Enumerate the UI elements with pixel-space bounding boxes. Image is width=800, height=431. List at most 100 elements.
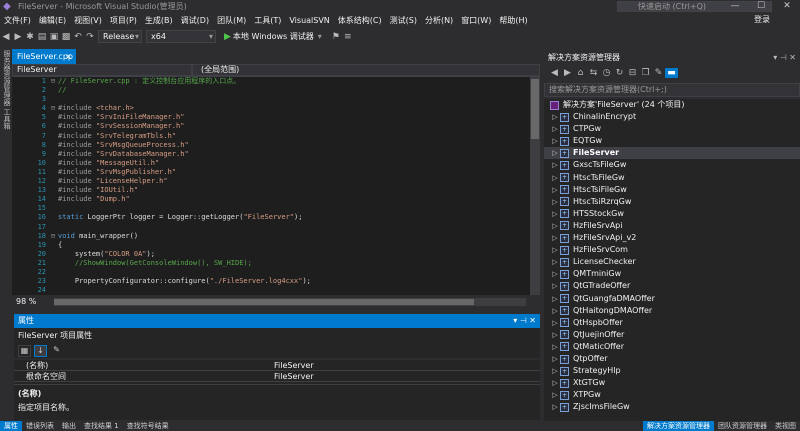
expand-arrow-icon[interactable]: ▷ bbox=[550, 389, 560, 401]
property-row[interactable]: (名称) FileServer bbox=[14, 360, 540, 371]
code-line[interactable]: 6 #include "SrvSessionManager.h" bbox=[12, 122, 540, 131]
back-icon[interactable]: ◀ bbox=[0, 32, 12, 42]
menu-item[interactable]: 文件(F) bbox=[0, 15, 35, 26]
project-node[interactable]: ▷ + XtGTGw bbox=[544, 377, 800, 389]
expand-arrow-icon[interactable]: ▷ bbox=[550, 135, 560, 147]
expand-arrow-icon[interactable]: ▷ bbox=[550, 268, 560, 280]
menu-item[interactable]: 窗口(W) bbox=[457, 15, 495, 26]
member-combo[interactable]: (全局范围) bbox=[192, 64, 540, 76]
project-node[interactable]: ▷ + QtpOffer bbox=[544, 353, 800, 365]
project-node[interactable]: ▷ + QtJuejinOffer bbox=[544, 329, 800, 341]
menu-item[interactable]: 生成(B) bbox=[141, 15, 177, 26]
config-select[interactable]: Release bbox=[98, 30, 142, 43]
code-line[interactable]: 4 ⊟ #include <tchar.h> bbox=[12, 104, 540, 113]
project-node[interactable]: ▷ + HtscTsiRzrqGw bbox=[544, 196, 800, 208]
code-text[interactable]: PropertyConfigurator::configure("./FileS… bbox=[58, 277, 311, 286]
expand-arrow-icon[interactable]: ▷ bbox=[550, 329, 560, 341]
panel-controls-icon[interactable]: ▾ ⊣ ✕ bbox=[773, 52, 796, 64]
project-node[interactable]: ▷ + QtHspbOffer bbox=[544, 317, 800, 329]
home-icon[interactable]: ⌂ bbox=[574, 68, 587, 78]
pending-icon[interactable]: ◷ bbox=[600, 68, 613, 78]
save-all-icon[interactable]: ▩ bbox=[60, 32, 72, 42]
properties-object[interactable]: FileServer 项目属性 bbox=[14, 328, 540, 343]
code-line[interactable]: 5 #include "SrvIniFileManager.h" bbox=[12, 113, 540, 122]
comment-icon[interactable]: ≡ bbox=[342, 32, 354, 42]
code-line[interactable]: 17 bbox=[12, 223, 540, 232]
bottom-tab[interactable]: 输出 bbox=[58, 421, 80, 431]
bottom-tab[interactable]: 查找结果 1 bbox=[80, 421, 123, 431]
code-text[interactable]: #include "LicenseHelper.h" bbox=[58, 177, 168, 186]
expand-arrow-icon[interactable]: ▷ bbox=[550, 147, 560, 159]
code-line[interactable]: 23 PropertyConfigurator::configure("./Fi… bbox=[12, 277, 540, 286]
expand-arrow-icon[interactable]: ▷ bbox=[550, 280, 560, 292]
expand-arrow-icon[interactable]: ▷ bbox=[550, 353, 560, 365]
code-line[interactable]: 2 // bbox=[12, 86, 540, 95]
code-line[interactable]: 11 #include "SrvMsgPublisher.h" bbox=[12, 168, 540, 177]
project-node[interactable]: ▷ + QtGTradeOffer bbox=[544, 280, 800, 292]
project-node[interactable]: ▷ + HzFileSrvApi bbox=[544, 220, 800, 232]
project-node[interactable]: ▷ + HtscTsiFileGw bbox=[544, 184, 800, 196]
wrench-icon[interactable]: ✎ bbox=[50, 345, 63, 357]
sync-icon[interactable]: ⇆ bbox=[587, 68, 600, 78]
properties-icon[interactable]: ✎ bbox=[652, 68, 665, 78]
scroll-thumb[interactable] bbox=[531, 79, 539, 139]
expand-arrow-icon[interactable]: ▷ bbox=[550, 184, 560, 196]
bottom-tab[interactable]: 属性 bbox=[0, 421, 22, 431]
minimize-icon[interactable]: — bbox=[722, 0, 748, 13]
panel-controls-icon[interactable]: ▾ ⊣ ✕ bbox=[513, 314, 536, 328]
code-text[interactable]: #include "SrvDatabaseManager.h" bbox=[58, 150, 189, 159]
code-text[interactable]: void main_wrapper() bbox=[58, 232, 138, 241]
property-value[interactable]: FileServer bbox=[270, 371, 540, 381]
menu-item[interactable]: 体系结构(C) bbox=[334, 15, 386, 26]
code-line[interactable]: 22 bbox=[12, 268, 540, 277]
menu-item[interactable]: 团队(M) bbox=[213, 15, 250, 26]
project-node[interactable]: ▷ + LicenseChecker bbox=[544, 256, 800, 268]
menu-item[interactable]: 分析(N) bbox=[421, 15, 457, 26]
menu-item[interactable]: VisualSVN bbox=[285, 16, 333, 25]
undo-icon[interactable]: ↶ bbox=[72, 32, 84, 42]
solution-search-input[interactable]: 搜索解决方案资源管理器(Ctrl+;) bbox=[544, 83, 800, 97]
expand-arrow-icon[interactable]: ▷ bbox=[550, 244, 560, 256]
code-line[interactable]: 9 #include "SrvDatabaseManager.h" bbox=[12, 150, 540, 159]
side-tool-tabs[interactable]: 服务器资源管理器 工具箱 bbox=[0, 47, 12, 431]
editor-vertical-scrollbar[interactable] bbox=[530, 77, 540, 295]
code-text[interactable]: #include "MessageUtil.h" bbox=[58, 159, 159, 168]
expand-arrow-icon[interactable]: ▷ bbox=[550, 293, 560, 305]
project-node[interactable]: ▷ + QtHaitongDMAOffer bbox=[544, 305, 800, 317]
code-line[interactable]: 14 #include "Dump.h" bbox=[12, 195, 540, 204]
project-node[interactable]: ▷ + HTSStockGw bbox=[544, 208, 800, 220]
close-icon[interactable]: ✕ bbox=[774, 0, 800, 13]
expand-arrow-icon[interactable]: ▷ bbox=[550, 377, 560, 389]
expand-arrow-icon[interactable]: ▷ bbox=[550, 256, 560, 268]
code-editor[interactable]: 1 ⊟// FileServer.cpp : 定义控制台应用程序的入口点。 2//3… bbox=[12, 77, 540, 295]
attach-icon[interactable]: ⚑ bbox=[330, 32, 342, 42]
bottom-tab[interactable]: 错误列表 bbox=[22, 421, 58, 431]
project-node[interactable]: ▷ + StrategyHlp bbox=[544, 365, 800, 377]
fold-toggle-icon[interactable]: ⊟ bbox=[48, 232, 58, 241]
menu-item[interactable]: 编辑(E) bbox=[35, 15, 70, 26]
save-icon[interactable]: ▣ bbox=[48, 32, 60, 42]
redo-icon[interactable]: ↷ bbox=[84, 32, 96, 42]
expand-arrow-icon[interactable]: ▷ bbox=[550, 208, 560, 220]
code-text[interactable]: // FileServer.cpp : 定义控制台应用程序的入口点。 bbox=[58, 77, 240, 86]
project-node[interactable]: ▷ + QMTminiGw bbox=[544, 268, 800, 280]
menu-item[interactable]: 调试(D) bbox=[177, 15, 213, 26]
project-node[interactable]: ▷ + EQTGw bbox=[544, 135, 800, 147]
code-line[interactable]: 21 //ShowWindow(GetConsoleWindow(), SW_H… bbox=[12, 259, 540, 268]
collapse-icon[interactable]: ⊟ bbox=[626, 68, 639, 78]
code-line[interactable]: 19 { bbox=[12, 241, 540, 250]
property-row[interactable]: 根命名空间 FileServer bbox=[14, 371, 540, 382]
back-icon[interactable]: ◀ bbox=[548, 68, 561, 78]
code-line[interactable]: 8 #include "SrvMsgQueueProcess.h" bbox=[12, 141, 540, 150]
code-text[interactable]: #include "IOUtil.h" bbox=[58, 186, 138, 195]
code-text[interactable]: system("COLOR 0A"); bbox=[58, 250, 155, 259]
explorer-bottom-tab[interactable]: 解决方案资源管理器 bbox=[643, 421, 714, 431]
forward-icon[interactable]: ▶ bbox=[12, 32, 24, 42]
project-node[interactable]: ▷ + ZjscImsFileGw bbox=[544, 401, 800, 413]
open-icon[interactable]: ▤ bbox=[36, 32, 48, 42]
project-node[interactable]: ▷ + HtscTsFileGw bbox=[544, 172, 800, 184]
explorer-bottom-tab[interactable]: 团队资源管理器 bbox=[714, 421, 771, 431]
project-node[interactable]: ▷ + HzFileSrvApi_v2 bbox=[544, 232, 800, 244]
project-node[interactable]: ▷ + HzFileSrvCom bbox=[544, 244, 800, 256]
zoom-level[interactable]: 98 % bbox=[12, 297, 54, 306]
